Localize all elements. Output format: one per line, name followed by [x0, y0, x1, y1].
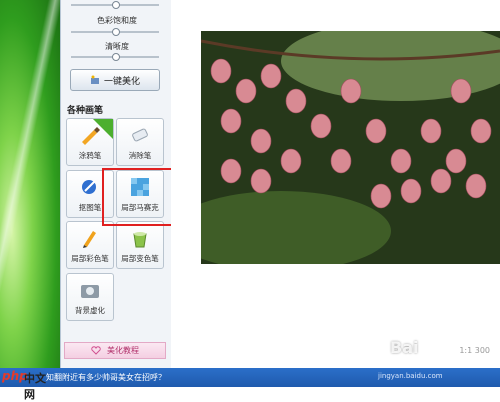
jingyan-watermark: jingyan.baidu.com [378, 372, 443, 380]
tool-panel: 色彩饱和度 清晰度 一键美化 各种画笔 涂鸦笔 消除笔 抠图笔 局部马赛克 局部… [60, 0, 180, 368]
tool-eraser-pen[interactable]: 消除笔 [116, 118, 164, 166]
one-click-beautify-label: 一键美化 [103, 76, 140, 87]
color-pen-icon [83, 231, 96, 248]
baidu-watermark: Bai [390, 338, 419, 357]
tool-color-pen[interactable]: 局部彩色笔 [66, 221, 114, 269]
sharpness-slider[interactable] [71, 53, 159, 61]
red-highlight-box [102, 168, 180, 226]
status-message[interactable]: 知翻附近有多少帅哥美女在招呼？ [46, 372, 166, 383]
flower-photo [201, 31, 500, 264]
saturation-slider[interactable] [71, 28, 159, 36]
zoom-readout: 1:1 300 [459, 346, 490, 355]
tool-label: 涂鸦笔 [78, 151, 102, 160]
php-logo: php 中文网 [2, 369, 56, 401]
section-title: 各种画笔 [67, 106, 104, 116]
tool-label: 消除笔 [128, 151, 152, 160]
tutorial-label: 美化教程 [107, 346, 139, 355]
tool-label: 局部彩色笔 [71, 254, 109, 263]
top-slider[interactable] [71, 1, 159, 9]
tool-label: 背景虚化 [75, 306, 105, 315]
tool-graffiti-pen[interactable]: 涂鸦笔 [66, 118, 114, 166]
eraser-icon [132, 128, 148, 142]
camera-blur-icon [81, 285, 99, 298]
php-logo-cn: 中文网 [24, 372, 46, 401]
tool-label: 局部变色笔 [121, 254, 159, 263]
heart-icon [91, 346, 101, 355]
new-badge-icon [93, 119, 113, 139]
image-canvas[interactable]: 1:1 300 [171, 0, 500, 368]
photo-image [201, 31, 500, 264]
sharpness-label: 清晰度 [105, 42, 129, 51]
tool-background-blur[interactable]: 背景虚化 [66, 273, 114, 321]
tool-recolor-pen[interactable]: 局部变色笔 [116, 221, 164, 269]
one-click-beautify-button[interactable]: 一键美化 [70, 69, 160, 91]
bucket-icon [133, 232, 147, 248]
saturation-label: 色彩饱和度 [97, 16, 137, 25]
cutout-pen-icon [82, 180, 96, 194]
wand-icon [90, 75, 99, 84]
beautify-tutorial-button[interactable]: 美化教程 [64, 342, 166, 359]
desktop-background [0, 0, 66, 397]
